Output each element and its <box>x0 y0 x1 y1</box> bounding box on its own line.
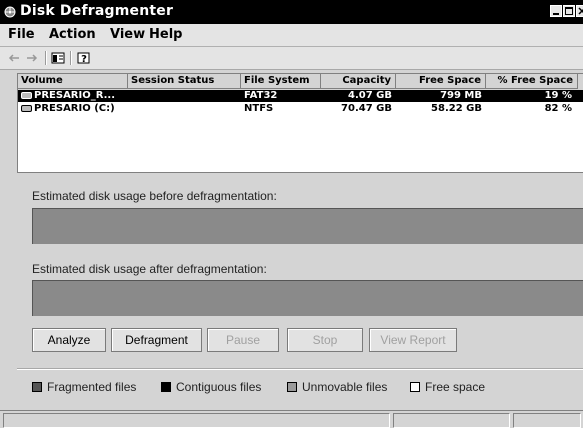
column-header-file-system[interactable]: File System <box>241 74 321 89</box>
back-arrow-icon[interactable] <box>6 50 22 66</box>
svg-text:?: ? <box>81 54 87 65</box>
legend-contiguous: Contiguous files <box>161 380 261 394</box>
analysis-pane: Estimated disk usage before defragmentat… <box>17 172 583 410</box>
minimize-icon <box>551 6 561 16</box>
disk-defragmenter-window: Disk Defragmenter File Action View Help … <box>0 0 583 428</box>
analyze-button[interactable]: Analyze <box>32 328 106 352</box>
maximize-icon <box>564 6 574 16</box>
after-usage-label: Estimated disk usage after defragmentati… <box>32 262 267 276</box>
column-header-session-status[interactable]: Session Status <box>128 74 241 89</box>
window-title: Disk Defragmenter <box>20 3 174 19</box>
title-bar[interactable]: Disk Defragmenter <box>0 0 583 24</box>
column-header-free-space[interactable]: Free Space <box>396 74 486 89</box>
contiguous-swatch <box>161 382 171 392</box>
show-hide-console-tree-icon[interactable] <box>50 50 66 66</box>
capacity: 70.47 GB <box>341 103 392 114</box>
file-system: FAT32 <box>244 90 278 101</box>
hard-drive-icon <box>21 92 32 99</box>
menu-file[interactable]: File <box>8 27 35 42</box>
toolbar-separator <box>45 51 47 65</box>
forward-arrow-icon[interactable] <box>24 50 40 66</box>
before-usage-display <box>32 208 583 244</box>
free-space-swatch <box>410 382 420 392</box>
toolbar-separator <box>70 51 72 65</box>
close-button[interactable] <box>576 5 583 17</box>
legend-free-space: Free space <box>410 380 485 394</box>
percent-free-space: 19 % <box>544 90 572 101</box>
console-tree-gutter <box>0 73 17 410</box>
after-usage-display <box>32 280 583 316</box>
view-report-button[interactable]: View Report <box>369 328 457 352</box>
menu-bar: File Action View Help <box>0 24 583 47</box>
pause-button[interactable]: Pause <box>207 328 279 352</box>
menu-view[interactable]: View <box>110 27 145 42</box>
legend-unmovable: Unmovable files <box>287 380 387 394</box>
stop-button[interactable]: Stop <box>287 328 363 352</box>
toolbar: ? <box>0 47 583 70</box>
volume-row[interactable]: PRESARIO_R... FAT32 4.07 GB 799 MB 19 % <box>18 90 583 102</box>
maximize-button[interactable] <box>563 5 575 17</box>
status-pane-2 <box>393 413 510 428</box>
free-space: 799 MB <box>440 90 482 101</box>
before-usage-label: Estimated disk usage before defragmentat… <box>32 189 277 203</box>
file-system: NTFS <box>244 103 274 114</box>
hard-drive-icon <box>21 105 32 112</box>
fragmented-swatch <box>32 382 42 392</box>
minimize-button[interactable] <box>550 5 562 17</box>
menu-action[interactable]: Action <box>49 27 96 42</box>
defrag-app-icon <box>4 5 16 18</box>
status-pane-3 <box>513 413 581 428</box>
volume-list-header: Volume Session Status File System Capaci… <box>18 74 583 90</box>
percent-free-space: 82 % <box>544 103 572 114</box>
close-icon <box>577 6 583 16</box>
free-space: 58.22 GB <box>431 103 482 114</box>
volume-row[interactable]: PRESARIO (C:) NTFS 70.47 GB 58.22 GB 82 … <box>18 103 583 115</box>
help-icon[interactable]: ? <box>76 50 92 66</box>
column-header-volume[interactable]: Volume <box>18 74 128 89</box>
legend-divider <box>17 368 583 370</box>
column-header-percent-free-space[interactable]: % Free Space <box>486 74 578 89</box>
status-pane-main <box>3 413 390 428</box>
capacity: 4.07 GB <box>348 90 392 101</box>
volume-list[interactable]: Volume Session Status File System Capaci… <box>17 73 583 172</box>
menu-help[interactable]: Help <box>149 27 182 42</box>
volume-name: PRESARIO (C:) <box>34 103 115 114</box>
legend-fragmented: Fragmented files <box>32 380 136 394</box>
status-bar <box>0 410 583 428</box>
volume-name: PRESARIO_R... <box>34 90 116 101</box>
defragment-button[interactable]: Defragment <box>111 328 202 352</box>
unmovable-swatch <box>287 382 297 392</box>
column-header-capacity[interactable]: Capacity <box>321 74 396 89</box>
